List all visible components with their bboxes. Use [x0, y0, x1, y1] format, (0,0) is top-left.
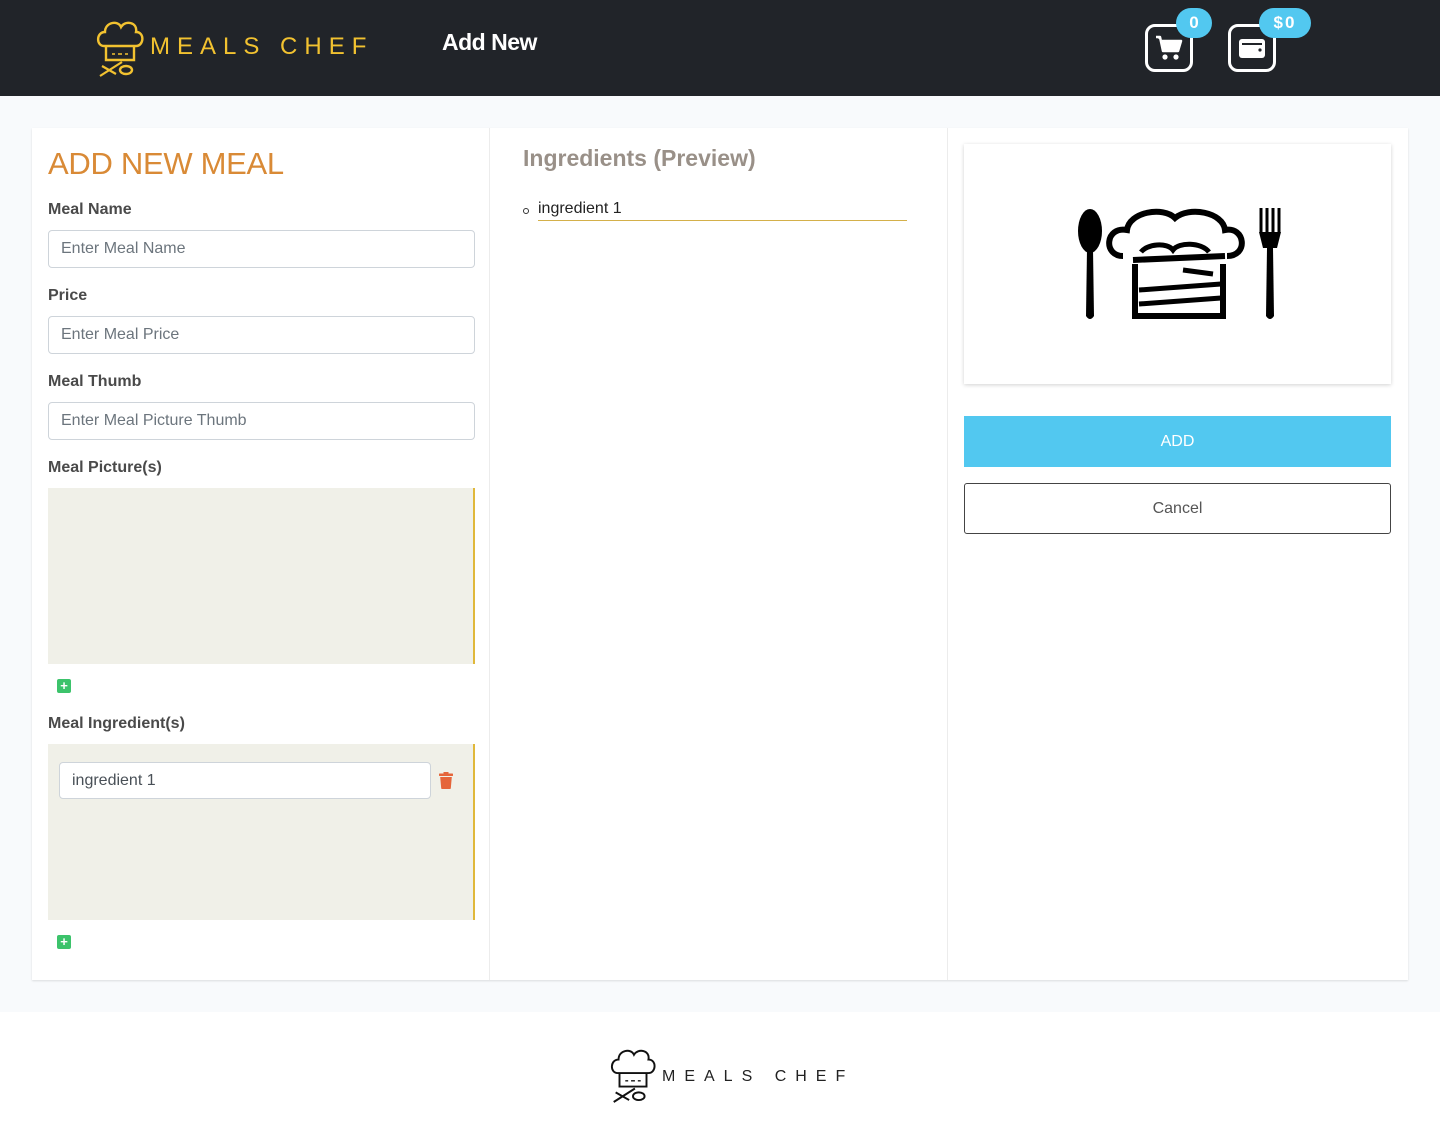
meal-pictures-list	[48, 488, 475, 664]
meal-ingredients-label: Meal Ingredient(s)	[48, 715, 185, 732]
ingredient-input[interactable]	[59, 762, 431, 799]
wallet-balance-badge: $0	[1259, 8, 1311, 38]
chef-hat-logo-icon	[610, 1049, 656, 1103]
bullet-icon	[523, 207, 529, 214]
footer-logo[interactable]: MEALS CHEF	[606, 1044, 854, 1106]
page-title: ADD NEW MEAL	[48, 146, 284, 181]
cart-count-badge: 0	[1176, 8, 1212, 38]
meal-form: ADD NEW MEAL Meal Name Price Meal Thumb …	[32, 128, 490, 980]
ingredients-preview: Ingredients (Preview) ingredient 1	[490, 128, 948, 980]
meal-actions: ADD Cancel	[948, 128, 1408, 980]
meal-image-preview	[964, 144, 1391, 384]
cart-icon	[1156, 35, 1183, 60]
cancel-button[interactable]: Cancel	[964, 483, 1391, 534]
brand-name: MEALS CHEF	[150, 33, 374, 60]
meal-thumb-label: Meal Thumb	[48, 373, 142, 390]
price-input[interactable]	[48, 316, 475, 354]
add-picture-button[interactable]: +	[57, 679, 71, 693]
wallet-icon	[1239, 39, 1265, 58]
meal-pictures-label: Meal Picture(s)	[48, 459, 162, 476]
meal-thumb-input[interactable]	[48, 402, 475, 440]
plus-square-icon: +	[60, 934, 68, 949]
preview-ingredient: ingredient 1	[538, 200, 907, 221]
preview-list: ingredient 1	[523, 200, 907, 221]
meal-name-label: Meal Name	[48, 201, 132, 218]
navbar: MEALS CHEF Add New 0 $0	[0, 0, 1440, 96]
meal-name-input[interactable]	[48, 230, 475, 268]
chef-hat-cutlery-icon	[1077, 208, 1281, 319]
add-ingredient-button[interactable]: +	[57, 935, 71, 949]
add-meal-card: ADD NEW MEAL Meal Name Price Meal Thumb …	[32, 128, 1408, 980]
price-label: Price	[48, 287, 88, 304]
plus-square-icon: +	[60, 678, 68, 693]
chef-hat-logo-icon	[96, 21, 144, 77]
list-item: ingredient 1	[523, 200, 907, 221]
nav-link-add-new[interactable]: Add New	[442, 29, 537, 56]
meal-ingredients-list	[48, 744, 475, 920]
footer: MEALS CHEF	[0, 1012, 1440, 1136]
preview-title: Ingredients (Preview)	[523, 145, 756, 171]
add-button[interactable]: ADD	[964, 416, 1391, 467]
brand-logo[interactable]: MEALS CHEF	[92, 16, 373, 80]
footer-brand-name: MEALS CHEF	[662, 1068, 855, 1085]
trash-icon[interactable]	[439, 772, 453, 789]
